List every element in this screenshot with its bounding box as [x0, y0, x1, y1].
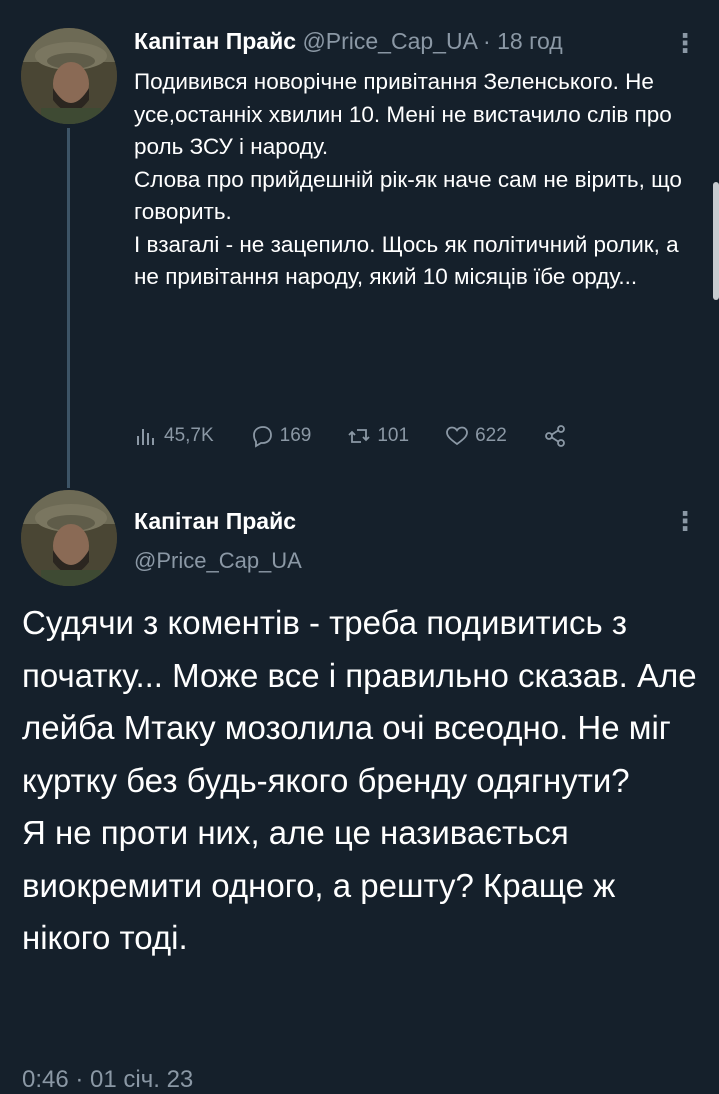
- tweet-actions: 45,7K 169 101 622: [134, 420, 654, 452]
- retweet-icon: [348, 429, 370, 443]
- tweet-time[interactable]: 18 год: [497, 28, 563, 54]
- handle[interactable]: @Price_Cap_UA: [134, 548, 302, 574]
- tweet-text: Подивився новорічне привітання Зеленсько…: [134, 66, 694, 294]
- thread-connector-line: [67, 128, 70, 488]
- display-name[interactable]: Капітан Прайс: [134, 508, 296, 535]
- like-button[interactable]: 622: [445, 424, 507, 448]
- avatar[interactable]: [21, 28, 117, 124]
- tweet-paragraph: Слова про прийдешній рік-як наче сам не …: [134, 166, 682, 225]
- tweet-paragraph: Судячи з коментів - треба подивитись з п…: [22, 604, 697, 799]
- retweet-button[interactable]: 101: [347, 424, 409, 448]
- tweet-paragraph: Я не проти них, але це називається виокр…: [22, 814, 616, 956]
- reply-count: 169: [279, 425, 312, 446]
- views-count: 45,7K: [164, 425, 214, 446]
- avatar-photo: [21, 28, 117, 124]
- avatar[interactable]: [21, 490, 117, 586]
- tweet-header: Капітан Прайс @Price_Cap_UA · 18 год: [134, 28, 563, 55]
- views-button[interactable]: 45,7K: [134, 424, 214, 448]
- tweet-paragraph: Подивився новорічне привітання Зеленсько…: [134, 69, 672, 159]
- tweet-timestamp[interactable]: 0:46 · 01 січ. 23: [22, 1066, 193, 1094]
- scrollbar-thumb[interactable]: [713, 182, 719, 300]
- display-name[interactable]: Капітан Прайс: [134, 28, 296, 54]
- share-icon: [544, 425, 565, 447]
- tweet-parent[interactable]: Капітан Прайс @Price_Cap_UA · 18 год ⋮ П…: [0, 0, 719, 488]
- reply-icon: [252, 426, 272, 448]
- like-count: 622: [475, 425, 507, 446]
- reply-button[interactable]: 169: [250, 424, 312, 448]
- analytics-icon: [137, 429, 154, 445]
- avatar-photo: [21, 490, 117, 586]
- handle[interactable]: @Price_Cap_UA: [302, 28, 476, 54]
- heart-icon: [446, 426, 468, 446]
- separator-dot: ·: [483, 28, 491, 54]
- retweet-count: 101: [377, 425, 410, 446]
- more-vertical-icon[interactable]: ⋮: [672, 508, 698, 534]
- more-vertical-icon[interactable]: ⋮: [672, 30, 698, 56]
- share-button[interactable]: [543, 424, 567, 448]
- tweet-text: Судячи з коментів - треба подивитись з п…: [22, 597, 702, 965]
- tweet-paragraph: І взагалі - не зацепило. Щось як політич…: [134, 231, 679, 290]
